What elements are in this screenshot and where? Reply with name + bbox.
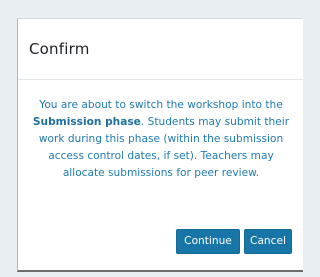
confirm-dialog: Confirm You are about to switch the work… [17, 18, 303, 272]
continue-button[interactable]: Continue [176, 229, 240, 254]
dialog-title: Confirm [29, 40, 90, 58]
cancel-button[interactable]: Cancel [244, 229, 292, 254]
dialog-message: You are about to switch the workshop int… [28, 97, 294, 182]
dialog-header: Confirm [18, 19, 303, 80]
message-text-before: You are about to switch the workshop int… [39, 99, 283, 111]
message-phase-name: Submission phase [32, 116, 141, 128]
